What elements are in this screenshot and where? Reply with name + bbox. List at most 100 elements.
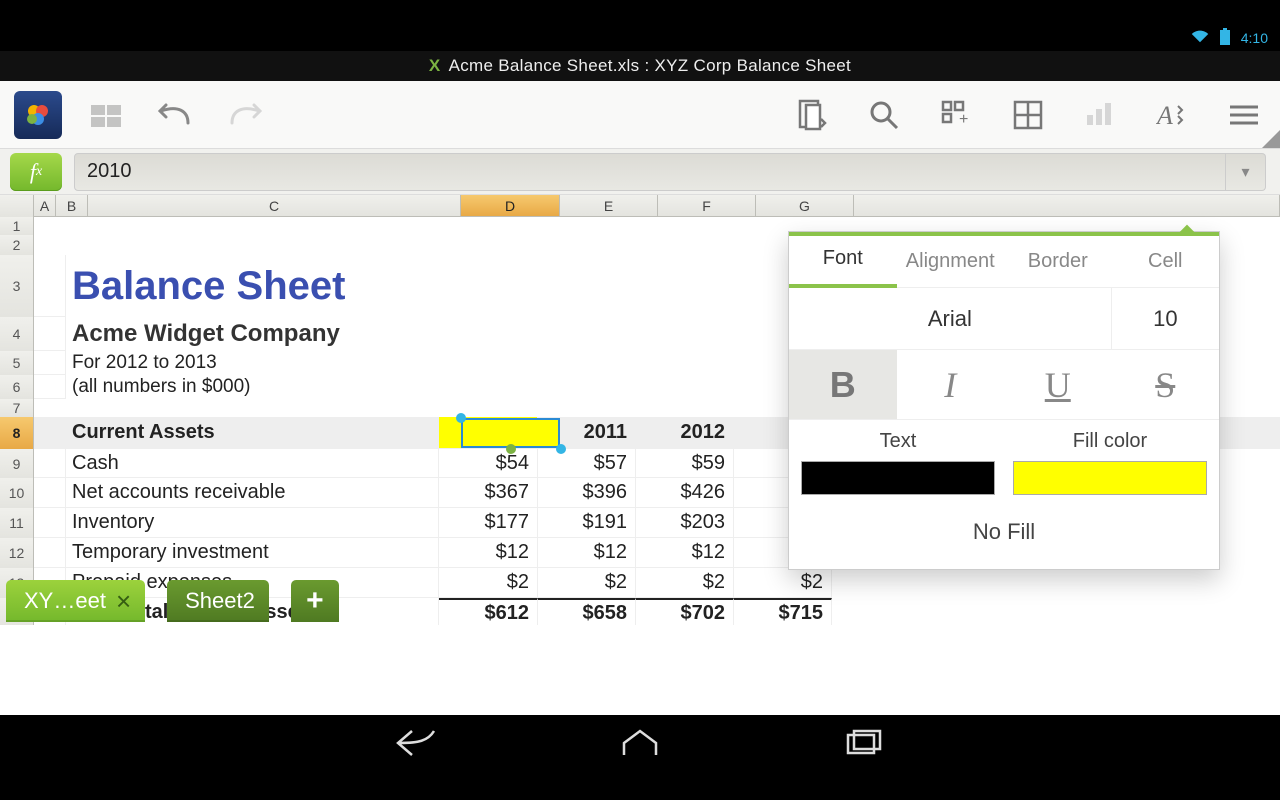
row-header[interactable]: 10 [0, 478, 34, 508]
add-sheet-button[interactable]: + [291, 580, 339, 622]
clipboard-button[interactable] [790, 93, 834, 137]
grid-button[interactable] [1006, 93, 1050, 137]
row-header[interactable]: 5 [0, 351, 34, 375]
cell[interactable] [34, 417, 66, 449]
resize-corner-icon[interactable] [1262, 130, 1280, 148]
row-header[interactable]: 8 [0, 417, 34, 449]
row-header[interactable]: 4 [0, 317, 34, 351]
total-value[interactable]: $715 [734, 598, 832, 625]
cell-value[interactable]: $57 [538, 449, 636, 478]
underline-button[interactable]: U [1004, 350, 1112, 419]
cell-value[interactable]: $203 [636, 508, 734, 538]
formula-expand-button[interactable]: ▾ [1226, 153, 1266, 191]
no-fill-button[interactable]: No Fill [789, 499, 1219, 569]
cell-value[interactable]: $2 [734, 568, 832, 598]
app-icon[interactable] [14, 91, 62, 139]
col-header-C[interactable]: C [88, 195, 461, 216]
col-header-A[interactable]: A [34, 195, 56, 216]
year-header[interactable]: 2010 [439, 417, 538, 449]
back-button[interactable] [394, 727, 438, 764]
strikethrough-button[interactable]: S [1112, 350, 1220, 419]
cell-value[interactable]: $2 [439, 568, 538, 598]
font-name-selector[interactable]: Arial [789, 288, 1112, 349]
cell[interactable] [34, 255, 66, 317]
close-icon[interactable]: × [116, 586, 131, 617]
row-header[interactable]: 1 [0, 217, 34, 235]
year-header[interactable]: 2011 [538, 417, 636, 449]
bold-button[interactable]: B [789, 350, 897, 419]
row-header[interactable]: 11 [0, 508, 34, 538]
select-all-corner[interactable] [0, 195, 34, 217]
total-value[interactable]: $702 [636, 598, 734, 625]
row-header[interactable]: 2 [0, 235, 34, 255]
sheet-tab[interactable]: Sheet2 [167, 580, 269, 622]
company-name[interactable]: Acme Widget Company [66, 317, 439, 351]
col-header-E[interactable]: E [560, 195, 658, 216]
row-header[interactable]: 3 [0, 255, 34, 317]
cell-value[interactable]: $12 [538, 538, 636, 568]
col-header-G[interactable]: G [756, 195, 854, 216]
format-text-button[interactable]: A [1150, 93, 1194, 137]
search-button[interactable] [862, 93, 906, 137]
redo-button[interactable] [222, 93, 266, 137]
section-header[interactable]: Current Assets [66, 417, 439, 449]
fill-color-swatch[interactable] [1013, 461, 1207, 495]
italic-button[interactable]: I [897, 350, 1005, 419]
cell-value[interactable]: $396 [538, 478, 636, 508]
sheet-title[interactable]: Balance Sheet [66, 255, 439, 317]
cell[interactable] [34, 317, 66, 351]
fill-handle[interactable] [506, 444, 516, 454]
insert-button[interactable]: + [934, 93, 978, 137]
total-value[interactable]: $612 [439, 598, 538, 625]
cell-value[interactable]: $12 [636, 538, 734, 568]
home-button[interactable] [618, 727, 662, 764]
cell-value[interactable]: $59 [636, 449, 734, 478]
tab-border[interactable]: Border [1004, 250, 1112, 287]
period-text[interactable]: For 2012 to 2013 [66, 351, 439, 375]
tab-alignment[interactable]: Alignment [897, 250, 1005, 287]
cell[interactable] [34, 478, 66, 508]
cell-value[interactable]: $2 [538, 568, 636, 598]
chart-button[interactable] [1078, 93, 1122, 137]
undo-button[interactable] [154, 93, 198, 137]
cell[interactable] [34, 351, 66, 375]
row-header[interactable]: 6 [0, 375, 34, 399]
year-header[interactable]: 2012 [636, 417, 734, 449]
tab-cell[interactable]: Cell [1112, 250, 1220, 287]
cell-value[interactable]: $191 [538, 508, 636, 538]
line-item[interactable]: Inventory [66, 508, 439, 538]
sheet-tab-active[interactable]: XY…eet × [6, 580, 145, 622]
selection-handle[interactable] [456, 413, 466, 423]
selection-handle[interactable] [556, 444, 566, 454]
units-text[interactable]: (all numbers in $000) [66, 375, 439, 399]
row-header[interactable]: 9 [0, 449, 34, 478]
cell[interactable] [34, 449, 66, 478]
font-size-selector[interactable]: 10 [1112, 288, 1219, 349]
col-header-D[interactable]: D [461, 195, 560, 216]
line-item[interactable]: Temporary investment [66, 538, 439, 568]
col-header-rest[interactable] [854, 195, 1280, 216]
recents-button[interactable] [842, 727, 886, 764]
formula-input[interactable]: 2010 [74, 153, 1226, 191]
cell[interactable] [34, 375, 66, 399]
cell[interactable] [34, 508, 66, 538]
cell-value[interactable]: $367 [439, 478, 538, 508]
line-item[interactable]: Cash [66, 449, 439, 478]
cell-value[interactable]: $54 [439, 449, 538, 478]
total-value[interactable]: $658 [538, 598, 636, 625]
fx-button[interactable]: fx [10, 153, 62, 191]
row-header[interactable]: 7 [0, 399, 34, 417]
col-header-B[interactable]: B [56, 195, 88, 216]
cell-value[interactable]: $177 [439, 508, 538, 538]
cell[interactable] [34, 538, 66, 568]
tab-font[interactable]: Font [789, 247, 897, 288]
cell-value[interactable]: $2 [636, 568, 734, 598]
row-header[interactable]: 12 [0, 538, 34, 568]
cell-value[interactable]: $12 [439, 538, 538, 568]
column-headers[interactable]: A B C D E F G [0, 195, 1280, 217]
paste-button[interactable] [86, 93, 130, 137]
col-header-F[interactable]: F [658, 195, 756, 216]
line-item[interactable]: Net accounts receivable [66, 478, 439, 508]
cell-value[interactable]: $426 [636, 478, 734, 508]
text-color-swatch[interactable] [801, 461, 995, 495]
